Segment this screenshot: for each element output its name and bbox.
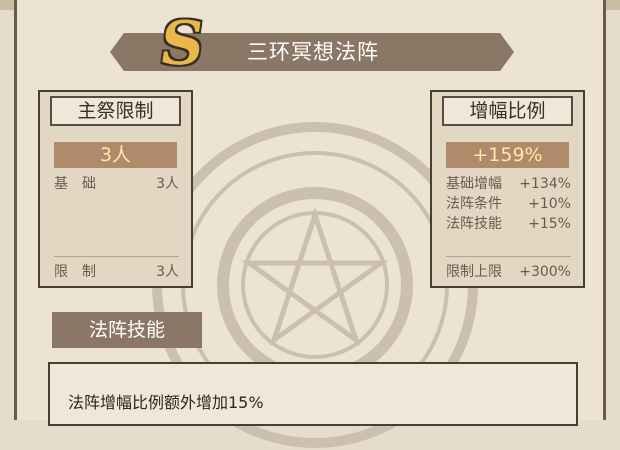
base-amplify-value: +134% (519, 176, 571, 192)
limit-value: 3人 (156, 264, 179, 280)
amplify-ratio-panel: 增幅比例 +159% 基础增幅 +134% 法阵条件 +10% 法阵技能 +15… (430, 90, 585, 288)
priest-limit-panel: 主祭限制 3人 基 础 3人 限 制 3人 (38, 90, 193, 288)
formation-skill-row: 法阵技能 +15% (446, 214, 571, 234)
base-amplify-label: 基础增幅 (446, 176, 502, 192)
rank-badge: S (155, 9, 209, 79)
amplify-ratio-value: +159% (446, 142, 569, 168)
formation-skill-tab[interactable]: 法阵技能 (52, 312, 202, 348)
amplify-ratio-header: 增幅比例 (442, 96, 573, 126)
cap-label: 限制上限 (446, 264, 502, 280)
formation-title: 三环冥想法阵 (247, 40, 379, 64)
formation-condition-row: 法阵条件 +10% (446, 194, 571, 214)
formation-skill-value: +15% (528, 216, 571, 232)
base-value: 3人 (156, 176, 179, 192)
divider (54, 256, 179, 257)
cap-value: +300% (519, 264, 571, 280)
divider (446, 256, 571, 257)
limit-label: 限 制 (54, 264, 96, 280)
base-row: 基 础 3人 (54, 174, 179, 194)
cap-row: 限制上限 +300% (446, 262, 571, 282)
base-amplify-row: 基础增幅 +134% (446, 174, 571, 194)
formation-condition-label: 法阵条件 (446, 196, 502, 212)
priest-limit-header: 主祭限制 (50, 96, 181, 126)
limit-row: 限 制 3人 (54, 262, 179, 282)
base-label: 基 础 (54, 176, 96, 192)
formation-condition-value: +10% (528, 196, 571, 212)
skill-description: 法阵增幅比例额外增加15% (68, 393, 264, 412)
formation-skill-label: 法阵技能 (446, 216, 502, 232)
priest-limit-value: 3人 (54, 142, 177, 168)
